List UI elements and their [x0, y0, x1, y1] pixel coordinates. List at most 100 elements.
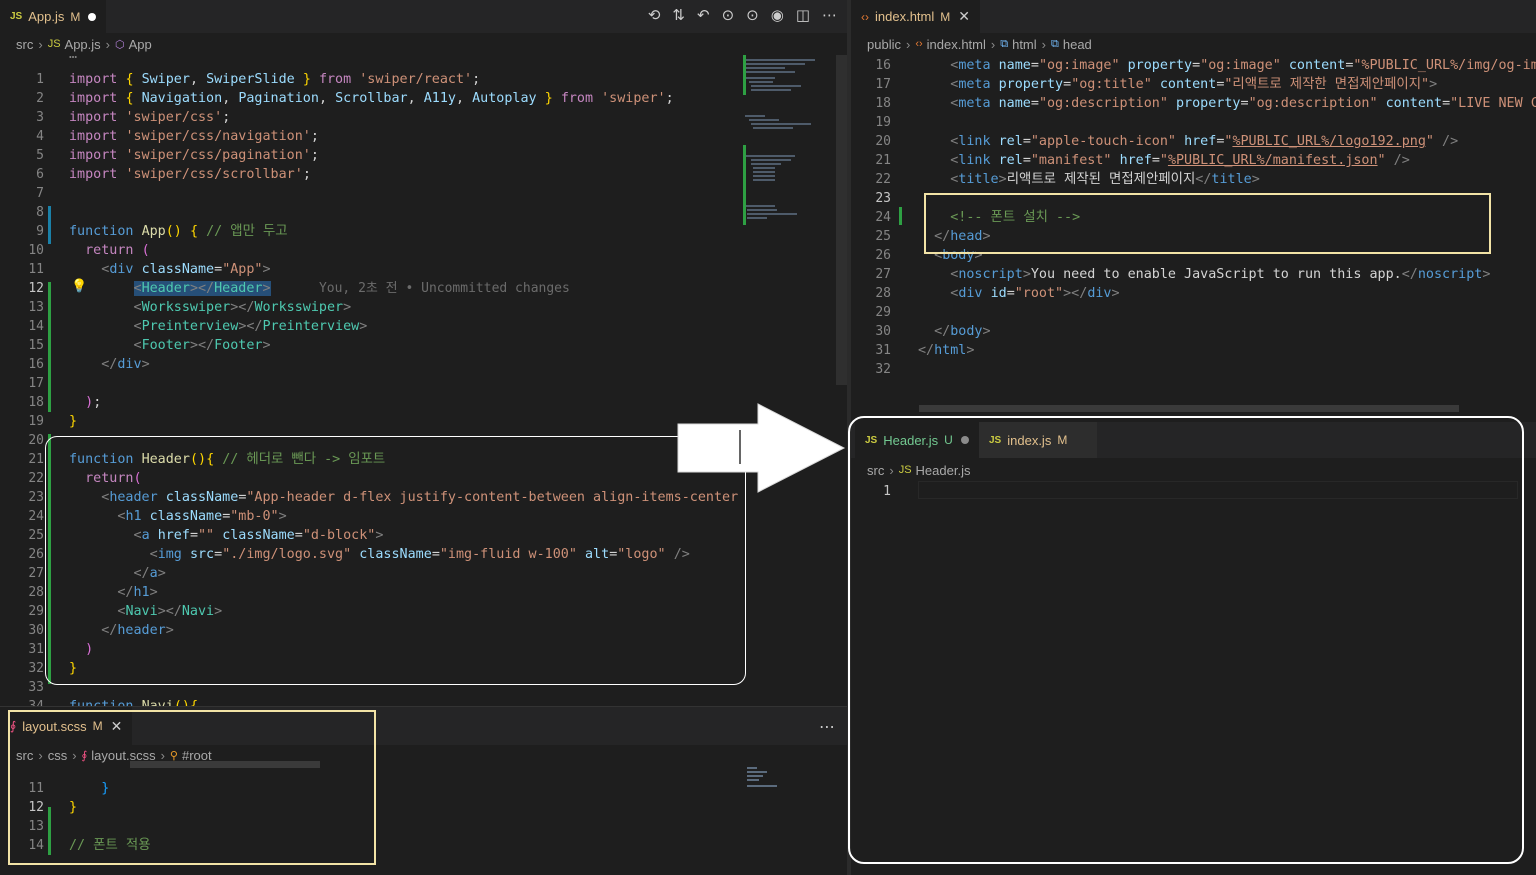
code-line[interactable]: 3 import 'swiper/css'; — [0, 108, 847, 127]
tag-icon: ⧉ — [1051, 37, 1059, 50]
code-text: function App() { // 앱만 두고 — [69, 224, 288, 239]
breadcrumb: public › ‹› index.html › ⧉ html › ⧉ head — [851, 33, 1536, 55]
code-text: return ( — [85, 243, 150, 258]
cube-icon: ⬡ — [115, 38, 125, 51]
line-number: 17 — [28, 376, 44, 391]
code-text: </html> — [918, 343, 975, 358]
breadcrumb-item[interactable]: html — [1012, 37, 1037, 52]
html-file-icon: ‹› — [915, 38, 923, 50]
code-line[interactable]: 6 import 'swiper/css/scrollbar'; — [0, 165, 847, 184]
code-line[interactable]: 16 </div> — [0, 355, 847, 374]
code-line[interactable]: 19 — [851, 113, 1536, 132]
code-line[interactable]: 17 <meta property="og:title" content="리액… — [851, 75, 1536, 94]
line-number: 9 — [36, 224, 44, 239]
tab-app-js[interactable]: JS App.js M — [0, 0, 107, 33]
code-line[interactable]: 20 <link rel="apple-touch-icon" href="%P… — [851, 132, 1536, 151]
code-line[interactable]: 13 <Worksswiper></Worksswiper> — [0, 298, 847, 317]
font-apply-highlight-frame — [8, 710, 376, 865]
compare-changes-icon[interactable]: ⇅ — [672, 6, 685, 24]
line-number: 26 — [875, 248, 891, 263]
code-line[interactable]: 34 function Navi(){… — [0, 697, 847, 706]
javascript-file-icon: JS — [10, 11, 23, 22]
code-line[interactable]: 28 <div id="root"></div> — [851, 284, 1536, 303]
line-number: 2 — [36, 91, 44, 106]
code-line[interactable]: 32 — [851, 360, 1536, 379]
line-number: 25 — [28, 528, 44, 543]
breadcrumb-item[interactable]: head — [1063, 37, 1092, 52]
line-number: 22 — [875, 172, 891, 187]
go-forward-icon[interactable]: ⊙ — [722, 6, 735, 24]
code-line[interactable]: 15 <Footer></Footer> — [0, 336, 847, 355]
line-number: 12 — [28, 281, 44, 296]
scrollbar[interactable] — [836, 55, 847, 385]
line-number: 30 — [28, 623, 44, 638]
tab-label: index.html — [875, 9, 935, 24]
code-line[interactable]: 10 return ( — [0, 241, 847, 260]
code-line[interactable]: 18 <meta name="og:description" property=… — [851, 94, 1536, 113]
code-line[interactable]: 14 <Preinterview></Preinterview> — [0, 317, 847, 336]
line-number: 27 — [28, 566, 44, 581]
breadcrumb-item[interactable]: App — [129, 37, 152, 52]
code-line[interactable]: 12 <Header></Header> You, 2초 전 • Uncommi… — [0, 279, 847, 298]
line-number: 21 — [875, 153, 891, 168]
code-line[interactable]: 16 <meta name="og:image" property="og:im… — [851, 56, 1536, 75]
line-number: 27 — [875, 267, 891, 282]
breadcrumb-item[interactable]: public — [867, 37, 901, 52]
code-line[interactable]: 9 function App() { // 앱만 두고 — [0, 222, 847, 241]
breadcrumb-item[interactable]: src — [16, 37, 33, 52]
git-icon[interactable]: ◉ — [771, 6, 784, 24]
line-number: 32 — [28, 661, 44, 676]
tab-label: App.js — [28, 9, 65, 24]
breadcrumb-item[interactable]: index.html — [927, 37, 986, 52]
code-line[interactable]: 4 import 'swiper/css/navigation'; — [0, 127, 847, 146]
history-icon[interactable]: ⟲ — [648, 6, 661, 24]
line-number: 25 — [875, 229, 891, 244]
line-number: 30 — [875, 324, 891, 339]
code-line[interactable]: 30 </body> — [851, 322, 1536, 341]
lightbulb-icon[interactable]: 💡 — [71, 279, 87, 294]
code-text: <Header></Header> You, 2초 전 • Uncommitte… — [133, 281, 570, 296]
line-number: 5 — [36, 148, 44, 163]
unsaved-dot-icon[interactable] — [88, 12, 97, 21]
code-line[interactable]: 2 import { Navigation, Pagination, Scroll… — [0, 89, 847, 108]
line-number: 29 — [28, 604, 44, 619]
header-function-highlight-frame — [45, 436, 746, 685]
more-actions-icon[interactable]: ⋯ — [819, 717, 835, 736]
line-number: 16 — [875, 58, 891, 73]
horizontal-scrollbar[interactable] — [919, 405, 1459, 412]
code-line[interactable]: 11 <div className="App"> — [0, 260, 847, 279]
commit-icon[interactable]: ⊙ — [746, 6, 759, 24]
code-line[interactable]: 29 — [851, 303, 1536, 322]
chevron-right-icon: › — [1041, 36, 1046, 52]
code-text: <Footer></Footer> — [133, 338, 271, 353]
code-line[interactable]: 17 — [0, 374, 847, 393]
right-arrow — [677, 403, 846, 493]
code-line[interactable]: 1 import { Swiper, SwiperSlide } from 'sw… — [0, 70, 847, 89]
line-number: 14 — [28, 319, 44, 334]
minimap[interactable] — [745, 765, 785, 795]
code-text: import { Swiper, SwiperSlide } from 'swi… — [69, 72, 481, 87]
go-back-icon[interactable]: ↶ — [697, 6, 710, 24]
minimap[interactable] — [743, 55, 833, 705]
code-line[interactable]: 21 <link rel="manifest" href="%PUBLIC_UR… — [851, 151, 1536, 170]
code-text: import { Navigation, Pagination, Scrollb… — [69, 91, 674, 106]
code-text: import 'swiper/css/scrollbar'; — [69, 167, 311, 182]
more-icon[interactable]: ⋯ — [822, 6, 837, 24]
code-line[interactable]: 5 import 'swiper/css/pagination'; — [0, 146, 847, 165]
new-file-highlight-frame — [848, 416, 1524, 864]
tag-icon: ⧉ — [1000, 37, 1009, 50]
chevron-right-icon: › — [38, 36, 43, 52]
line-number: 20 — [875, 134, 891, 149]
tab-index-html[interactable]: ‹› index.html M ✕ — [851, 0, 980, 33]
code-line[interactable]: 7 — [0, 184, 847, 203]
code-line[interactable]: 27 <noscript>You need to enable JavaScri… — [851, 265, 1536, 284]
added-gutter-marker — [899, 207, 902, 225]
line-number: 26 — [28, 547, 44, 562]
close-icon[interactable]: ✕ — [958, 8, 970, 25]
code-line[interactable]: 8 — [0, 203, 847, 222]
code-line[interactable]: 31 </html> — [851, 341, 1536, 360]
editor-toolbar: ⟲ ⇅ ↶ ⊙ ⊙ ◉ ◫ ⋯ — [648, 6, 837, 24]
split-editor-icon[interactable]: ◫ — [796, 6, 810, 24]
line-number: 28 — [875, 286, 891, 301]
code-line[interactable]: 22 <title>리액트로 제작된 면접제안페이지</title> — [851, 170, 1536, 189]
